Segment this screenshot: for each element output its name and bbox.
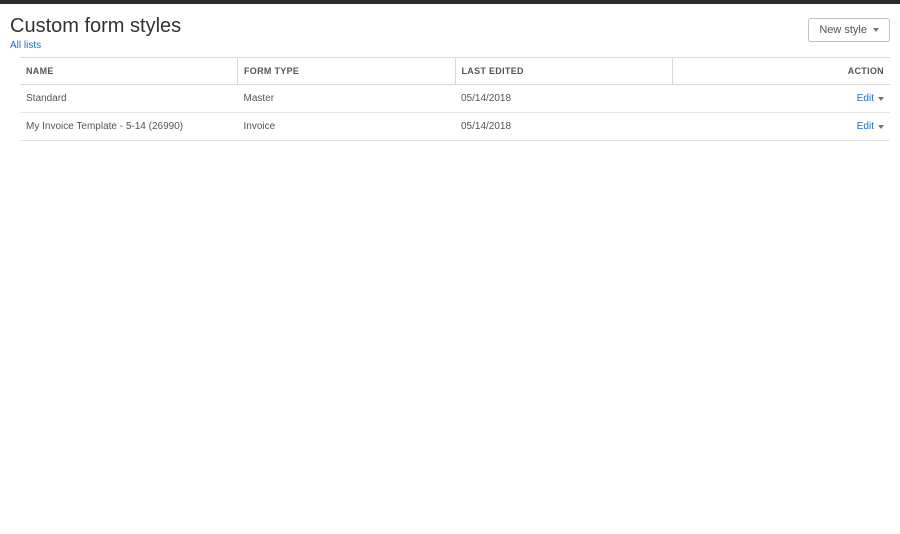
col-header-last-edited[interactable]: LAST EDITED [455,58,673,85]
table-row[interactable]: My Invoice Template - 5-14 (26990) Invoi… [20,113,890,141]
edit-label: Edit [857,121,874,132]
edit-link[interactable]: Edit [857,93,884,104]
cell-last-edited: 05/14/2018 [455,113,673,141]
col-header-name[interactable]: NAME [20,58,238,85]
cell-form-type: Master [238,85,456,113]
edit-label: Edit [857,93,874,104]
cell-name: My Invoice Template - 5-14 (26990) [20,113,238,141]
title-block: Custom form styles All lists [10,14,181,51]
col-header-action: ACTION [673,58,891,85]
cell-action: Edit [673,113,891,141]
page-title: Custom form styles [10,14,181,38]
edit-link[interactable]: Edit [857,121,884,132]
styles-table-wrap: NAME FORM TYPE LAST EDITED ACTION Standa… [0,57,900,141]
all-lists-link[interactable]: All lists [10,40,181,51]
caret-down-icon [878,125,884,129]
caret-down-icon [878,97,884,101]
table-row[interactable]: Standard Master 05/14/2018 Edit [20,85,890,113]
cell-last-edited: 05/14/2018 [455,85,673,113]
table-header-row: NAME FORM TYPE LAST EDITED ACTION [20,58,890,85]
col-header-form-type[interactable]: FORM TYPE [238,58,456,85]
cell-form-type: Invoice [238,113,456,141]
new-style-label: New style [819,24,867,36]
caret-down-icon [873,28,879,32]
page-header: Custom form styles All lists New style [0,4,900,57]
new-style-button[interactable]: New style [808,18,890,42]
cell-action: Edit [673,85,891,113]
styles-table: NAME FORM TYPE LAST EDITED ACTION Standa… [20,57,890,141]
cell-name: Standard [20,85,238,113]
